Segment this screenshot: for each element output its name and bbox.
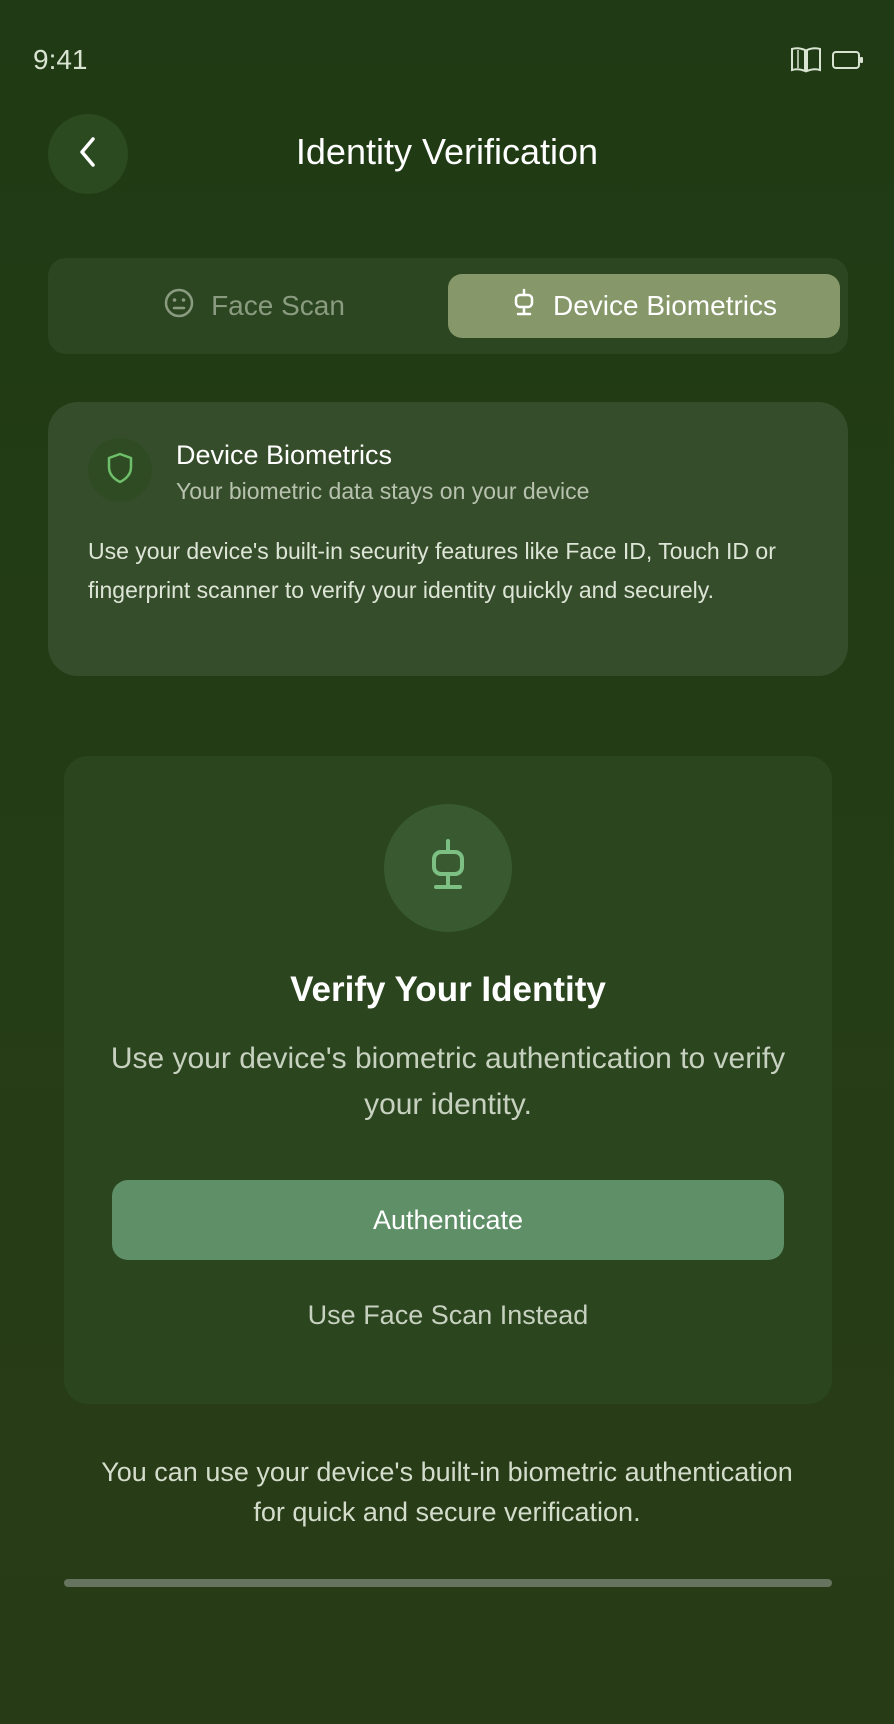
fingerprint-sensor-icon xyxy=(426,838,470,899)
tab-face-scan-label: Face Scan xyxy=(211,290,345,321)
tab-device-biometrics[interactable]: Device Biometrics xyxy=(448,274,840,338)
footer-note: You can use your device's built-in biome… xyxy=(101,1457,793,1527)
tab-device-biometrics-label: Device Biometrics xyxy=(552,290,778,321)
home-indicator xyxy=(64,1579,832,1587)
biometrics-info-card: Device Biometrics Your biometric data st… xyxy=(48,402,848,676)
info-card-title: Device Biometrics xyxy=(176,440,393,470)
info-card-description: Use your device's built-in security feat… xyxy=(88,538,776,603)
verification-method-tabs: Face Scan Device Biometrics xyxy=(48,258,848,354)
status-bar: 9:41 xyxy=(0,0,894,110)
shield-icon xyxy=(105,451,135,490)
status-time: 9:41 xyxy=(33,44,88,75)
biometric-icon-badge xyxy=(384,804,512,932)
verify-card: Verify Your Identity Use your device's b… xyxy=(64,756,832,1404)
battery-icon xyxy=(832,49,864,76)
use-face-scan-link[interactable]: Use Face Scan Instead xyxy=(64,1300,832,1331)
shield-badge xyxy=(88,438,152,502)
authenticate-button[interactable]: Authenticate xyxy=(112,1180,784,1260)
verify-subtitle: Use your device's biometric authenticati… xyxy=(110,1042,786,1121)
book-icon xyxy=(790,46,822,79)
status-icons xyxy=(790,46,864,79)
tab-face-scan[interactable]: Face Scan xyxy=(64,274,444,338)
verify-title: Verify Your Identity xyxy=(290,970,606,1009)
face-icon xyxy=(163,287,195,326)
fingerprint-sensor-icon xyxy=(511,288,537,325)
page-title: Identity Verification xyxy=(295,131,599,172)
info-card-subtitle: Your biometric data stays on your device xyxy=(176,478,590,504)
